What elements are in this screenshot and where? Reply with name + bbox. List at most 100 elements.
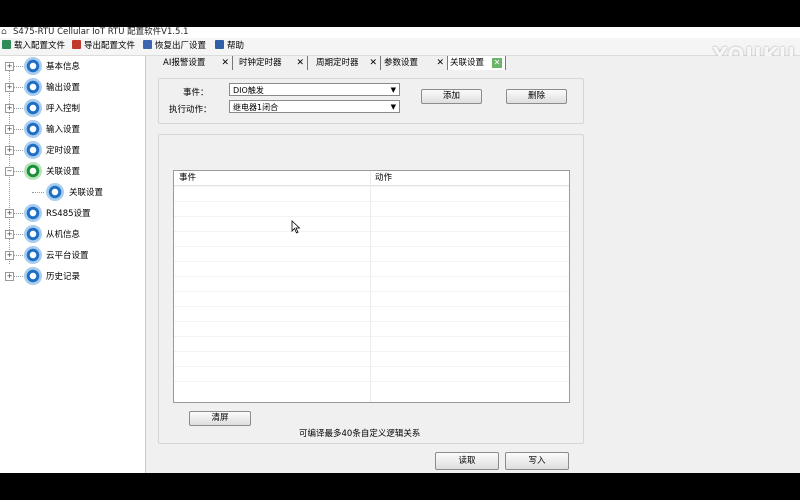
tab-association[interactable]: 关联设置 ✕	[448, 56, 506, 70]
delete-button[interactable]: 删除	[506, 89, 567, 104]
chevron-down-icon: ▼	[390, 103, 396, 111]
tree-line	[13, 171, 23, 172]
tree-item-cloud[interactable]: + 云平台设置	[0, 245, 145, 265]
tree-item-output[interactable]: + 输出设置	[0, 77, 145, 97]
load-config-button[interactable]: 载入配置文件	[2, 40, 65, 53]
tree-item-input[interactable]: + 输入设置	[0, 119, 145, 139]
tree-line	[13, 108, 23, 109]
tab-clock-timer[interactable]: 时钟定时器 ✕	[233, 56, 308, 70]
tree-item-slave-info[interactable]: + 从机信息	[0, 224, 145, 244]
table-row	[174, 366, 569, 367]
tree-line	[13, 234, 23, 235]
tree-item-timer[interactable]: + 定时设置	[0, 140, 145, 160]
tree-subitem-association[interactable]: 关联设置	[0, 182, 145, 202]
tree-item-label: 关联设置	[69, 188, 104, 198]
action-label: 执行动作：	[169, 105, 212, 115]
mouse-cursor-icon	[291, 220, 301, 234]
tree-item-label: 历史记录	[46, 272, 81, 282]
tab-cycle-timer[interactable]: 周期定时器 ✕	[308, 56, 381, 70]
tree-item-label: 关联设置	[46, 167, 81, 177]
tree-item-label: 定时设置	[46, 146, 81, 156]
tree-line	[13, 150, 23, 151]
write-button[interactable]: 写入	[505, 452, 569, 470]
close-icon[interactable]: ✕	[296, 56, 304, 70]
settings-node-icon	[24, 246, 42, 264]
tree-item-call-control[interactable]: + 呼入控制	[0, 98, 145, 118]
tree-item-label: RS485设置	[46, 209, 91, 219]
load-config-label: 载入配置文件	[14, 41, 66, 51]
event-label: 事件：	[183, 88, 209, 98]
tree-item-label: 基本信息	[46, 62, 81, 72]
settings-node-icon	[24, 120, 42, 138]
tree-line	[13, 213, 23, 214]
event-value: DIO触发	[233, 86, 264, 95]
tab-label: 关联设置	[450, 58, 485, 68]
close-icon[interactable]: ✕	[436, 56, 444, 70]
factory-reset-label: 恢复出厂设置	[155, 41, 207, 51]
factory-reset-icon	[143, 40, 152, 49]
tree-item-history[interactable]: + 历史记录	[0, 266, 145, 286]
tree-line	[13, 276, 23, 277]
clear-button[interactable]: 清屏	[189, 411, 251, 426]
help-label: 帮助	[227, 41, 245, 51]
content-area: AI报警设置 ✕ 时钟定时器 ✕ 周期定时器 ✕ 参数设置 ✕ 关联设置 ✕ 事…	[146, 56, 800, 473]
chevron-down-icon: ▼	[390, 86, 396, 94]
event-select[interactable]: DIO触发 ▼	[229, 83, 400, 96]
tree-item-label: 输入设置	[46, 125, 81, 135]
action-value: 继电器1闭合	[233, 103, 279, 112]
table-row	[174, 381, 569, 382]
video-letterbox-bottom	[0, 473, 800, 500]
tree-line	[32, 192, 44, 193]
tab-label: AI报警设置	[163, 58, 206, 68]
action-select[interactable]: 继电器1闭合 ▼	[229, 100, 400, 113]
table-row	[174, 306, 569, 307]
tree-item-rs485[interactable]: + RS485设置	[0, 203, 145, 223]
nav-tree: + 基本信息 + 输出设置 + 呼入控制 + 输入设置 + 定时设置 − 关联设…	[0, 56, 146, 473]
tree-item-label: 从机信息	[46, 230, 81, 240]
settings-node-icon	[24, 204, 42, 222]
tree-item-label: 输出设置	[46, 83, 81, 93]
add-button[interactable]: 添加	[421, 89, 482, 104]
tab-ai-alarm[interactable]: AI报警设置 ✕	[158, 56, 233, 70]
title-bar: ⌂ S475-RTU Cellular IoT RTU 配置软件V1.5.1	[0, 27, 800, 38]
table-row	[174, 201, 569, 202]
tree-line	[13, 66, 23, 67]
toolbar: 载入配置文件 导出配置文件 恢复出厂设置 帮助	[0, 38, 800, 56]
settings-node-icon	[46, 183, 64, 201]
factory-reset-button[interactable]: 恢复出厂设置	[143, 40, 206, 53]
tree-line	[13, 87, 23, 88]
table-row	[174, 216, 569, 217]
export-file-icon	[72, 40, 81, 49]
tree-line	[13, 129, 23, 130]
window-title: S475-RTU Cellular IoT RTU 配置软件V1.5.1	[13, 27, 189, 37]
settings-node-icon	[24, 57, 42, 75]
settings-node-icon	[24, 141, 42, 159]
help-button[interactable]: 帮助	[215, 40, 244, 53]
read-button[interactable]: 读取	[435, 452, 499, 470]
tree-item-basic-info[interactable]: + 基本信息	[0, 56, 145, 76]
table-row	[174, 186, 569, 187]
tab-label: 周期定时器	[316, 58, 359, 68]
video-letterbox-top	[0, 0, 800, 27]
tab-label: 参数设置	[384, 58, 419, 68]
close-icon[interactable]: ✕	[369, 56, 377, 70]
table-row	[174, 351, 569, 352]
app-window: ⌂ S475-RTU Cellular IoT RTU 配置软件V1.5.1 载…	[0, 27, 800, 473]
rule-editor-panel: 事件： DIO触发 ▼ 执行动作： 继电器1闭合 ▼ 添加 删除	[158, 78, 584, 124]
column-header-action[interactable]: 动作	[370, 171, 569, 186]
close-icon[interactable]: ✕	[221, 56, 229, 70]
limit-note: 可编译最多40条自定义逻辑关系	[299, 429, 421, 439]
close-icon[interactable]: ✕	[492, 58, 502, 68]
tab-parameters[interactable]: 参数设置 ✕	[381, 56, 448, 70]
export-config-button[interactable]: 导出配置文件	[72, 40, 135, 53]
rules-table[interactable]: 事件 动作	[173, 170, 570, 403]
load-file-icon	[2, 40, 11, 49]
column-header-event[interactable]: 事件	[174, 171, 370, 186]
tree-item-label: 呼入控制	[46, 104, 81, 114]
tree-item-association[interactable]: − 关联设置	[0, 161, 145, 181]
settings-node-icon	[24, 225, 42, 243]
tree-item-label: 云平台设置	[46, 251, 89, 261]
tree-line	[13, 255, 23, 256]
table-row	[174, 291, 569, 292]
table-row	[174, 321, 569, 322]
